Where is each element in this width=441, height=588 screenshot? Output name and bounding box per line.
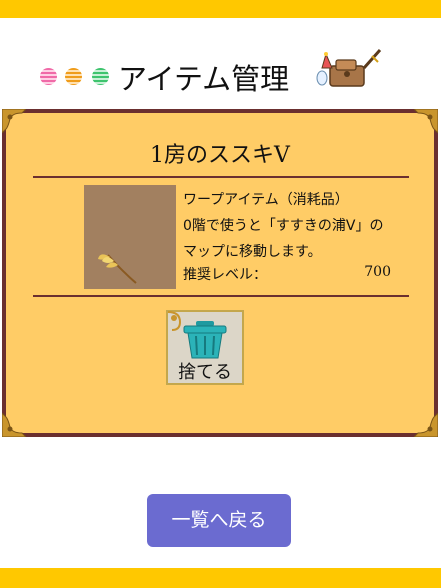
pink-dot-icon bbox=[40, 68, 57, 85]
back-to-list-button[interactable]: 一覧へ戻る bbox=[147, 494, 291, 547]
ornament-corner-icon bbox=[414, 109, 438, 133]
description-line: 0階で使うと「すすきの浦V」の bbox=[183, 218, 384, 234]
ornament-corner-icon bbox=[414, 413, 438, 437]
trash-can-icon bbox=[183, 321, 227, 359]
divider bbox=[33, 295, 409, 297]
page-title: アイテム管理 bbox=[118, 62, 290, 96]
page-header: アイテム管理 bbox=[0, 49, 441, 100]
item-description: ワープアイテム（消耗品） 0階で使うと「すすきの浦V」の マップに移動します。 bbox=[183, 187, 423, 265]
orange-dot-icon bbox=[65, 68, 82, 85]
discard-label: 捨てる bbox=[178, 362, 232, 383]
item-detail-panel: 1房のススキV ワープアイテム（消耗品） 0階で使うと「すすきの浦V」の マップ… bbox=[2, 109, 438, 437]
ornament-corner-icon bbox=[2, 413, 26, 437]
discard-button[interactable]: 捨てる bbox=[166, 310, 244, 385]
recommended-level: 推奨レベル： 700 bbox=[183, 264, 391, 284]
item-thumbnail bbox=[84, 185, 176, 289]
description-line: マップに移動します。 bbox=[183, 244, 322, 260]
susuki-grass-icon bbox=[98, 254, 137, 284]
green-dot-icon bbox=[92, 68, 109, 85]
level-label: 推奨レベル： bbox=[183, 267, 267, 283]
bottom-accent-bar bbox=[0, 568, 441, 588]
top-accent-bar bbox=[0, 0, 441, 18]
item-name: 1房のススキV bbox=[150, 143, 290, 168]
divider bbox=[33, 176, 409, 178]
level-value: 700 bbox=[364, 264, 391, 280]
mascot-icon bbox=[316, 49, 382, 87]
description-line: ワープアイテム（消耗品） bbox=[183, 192, 349, 208]
ornament-corner-icon bbox=[2, 109, 26, 133]
